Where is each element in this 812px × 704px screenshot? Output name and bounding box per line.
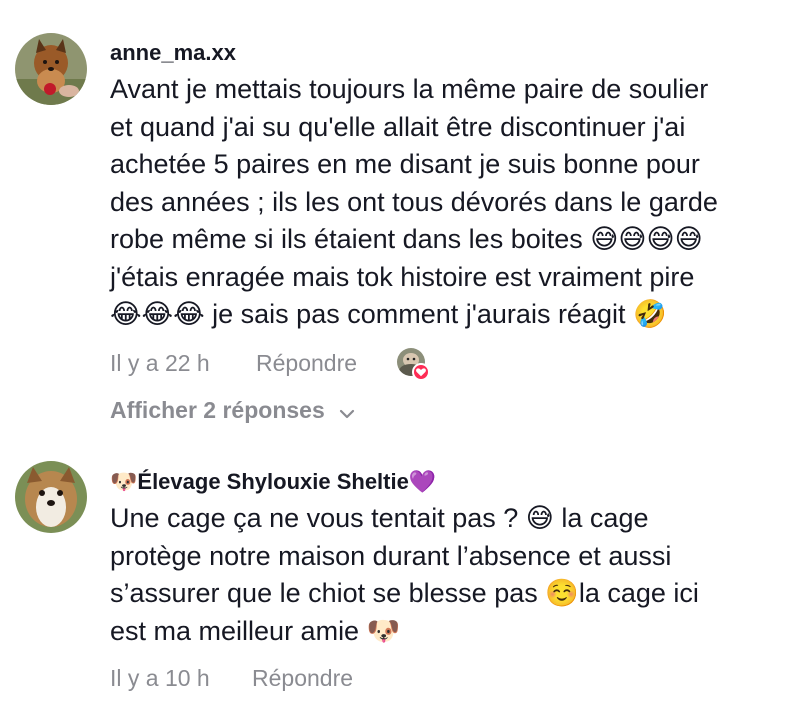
comment-line: Avant je mettais toujours la même paire … (110, 74, 709, 104)
comment-text: Une cage ça ne vous tentait pas ? 😅 la c… (110, 500, 800, 650)
comment-line: achetée 5 paires en me disant je suis bo… (110, 149, 700, 179)
avatar[interactable] (15, 33, 87, 105)
comment-line: s’assurer que le chiot se blesse pas ☺️l… (110, 578, 699, 608)
comment-text: Avant je mettais toujours la même paire … (110, 71, 800, 334)
comment-line: et quand j'ai su qu'elle allait être dis… (110, 111, 686, 142)
avatar[interactable] (15, 461, 87, 533)
comment-line: robe même si ils étaient dans les boites… (110, 224, 703, 254)
reply-button[interactable]: Répondre (252, 665, 353, 692)
comment-item: anne_ma.xx Avant je mettais toujours la … (0, 0, 812, 440)
comment-line: j'étais enragée mais tok histoire est vr… (110, 261, 695, 292)
view-replies-button[interactable]: Afficher 2 réponses (110, 397, 355, 425)
comment-username[interactable]: 🐶Élevage Shylouxie Sheltie💜 (110, 469, 436, 495)
comment-line: des années ; ils les ont tous dévorés da… (110, 186, 718, 217)
reply-button[interactable]: Répondre (256, 350, 357, 377)
comment-username[interactable]: anne_ma.xx (110, 40, 236, 66)
comment-item: 🐶Élevage Shylouxie Sheltie💜 Une cage ça … (0, 440, 812, 704)
comment-line: protège notre maison durant l’absence et… (110, 540, 672, 571)
comment-line: est ma meilleur amie 🐶 (110, 615, 401, 646)
comment-line: Une cage ça ne vous tentait pas ? 😅 la c… (110, 503, 649, 533)
creator-liked-indicator (397, 348, 431, 382)
chevron-down-icon (339, 398, 355, 425)
view-replies-label: Afficher 2 réponses (110, 397, 325, 423)
heart-icon (412, 363, 430, 381)
comment-timestamp: Il y a 10 h (110, 665, 210, 691)
comment-timestamp: Il y a 22 h (110, 350, 210, 376)
comment-line: 😂😂😂 je sais pas comment j'aurais réagit … (110, 299, 667, 329)
